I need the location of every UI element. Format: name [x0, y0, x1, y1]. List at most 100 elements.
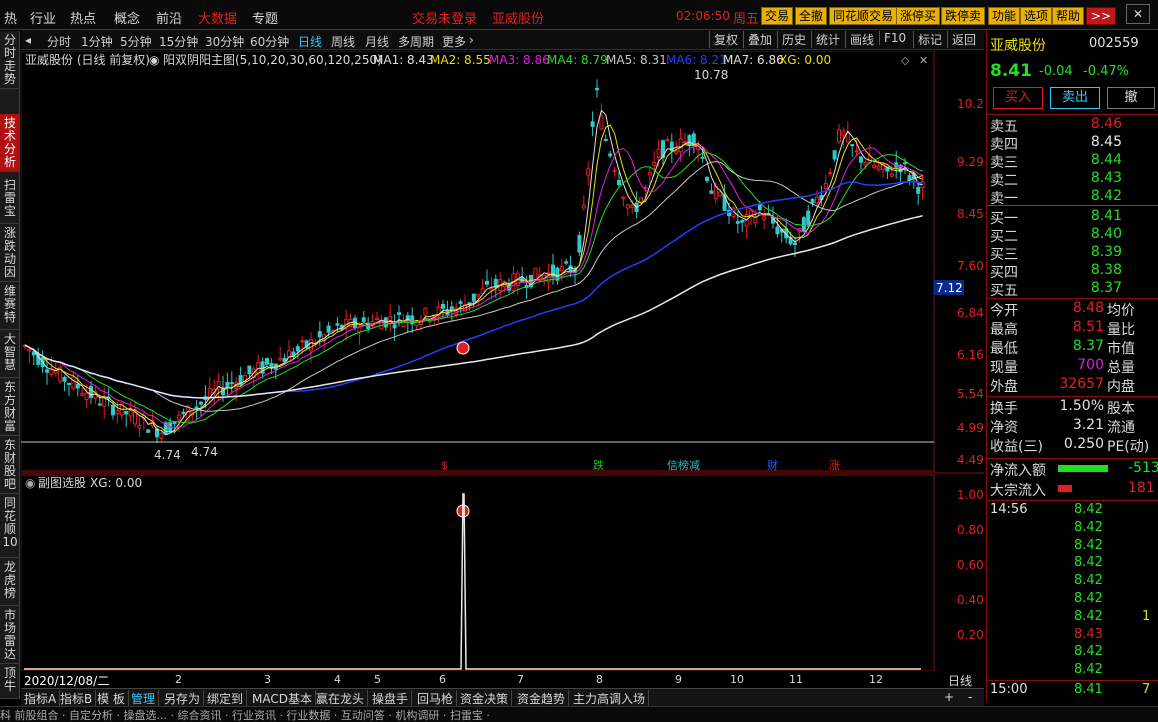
- period-1min[interactable]: 1分钟: [81, 33, 113, 50]
- tab-manage[interactable]: 管理: [128, 690, 160, 707]
- bid-row[interactable]: 买三 8.39: [990, 244, 1155, 263]
- event-marker[interactable]: 财: [767, 458, 778, 472]
- menu-bigdata[interactable]: 大数据: [198, 8, 237, 27]
- tab-indicator-a[interactable]: 指标A: [21, 690, 61, 707]
- candle-body: [133, 411, 137, 425]
- period-monthly[interactable]: 月线: [365, 33, 389, 50]
- bid-price: 8.37: [1090, 280, 1122, 296]
- overlay-button[interactable]: 叠加: [743, 31, 772, 48]
- tab-save-as[interactable]: 另存为: [161, 690, 205, 707]
- menu-topic[interactable]: 专题: [252, 8, 278, 27]
- event-marker[interactable]: $: [441, 459, 448, 472]
- menu-hotspot[interactable]: 热点: [70, 8, 96, 27]
- tab-trader[interactable]: 操盘手: [369, 690, 413, 707]
- top-stock-name: 亚威股份: [492, 12, 545, 27]
- limit-up-buy-button[interactable]: 涨停买: [896, 7, 941, 25]
- bid-row[interactable]: 买一 8.41: [990, 208, 1155, 227]
- bid-row[interactable]: 买五 8.37: [990, 280, 1155, 299]
- ask-row[interactable]: 卖四 8.45: [990, 134, 1155, 153]
- event-marker[interactable]: 信榜减: [667, 458, 700, 472]
- event-marker[interactable]: 涨: [829, 459, 840, 472]
- ask-row[interactable]: 卖二 8.43: [990, 170, 1155, 189]
- period-multi[interactable]: 多周期: [398, 33, 434, 50]
- function-button[interactable]: 功能: [988, 7, 1021, 25]
- tab-dragon-head[interactable]: 赢在龙头: [313, 690, 369, 707]
- sell-button[interactable]: 卖出: [1050, 87, 1100, 109]
- tab-macd[interactable]: MACD基本: [249, 690, 316, 707]
- tab-fund-decision[interactable]: 资金决策: [457, 690, 513, 707]
- tab-weisaite[interactable]: 维赛特: [0, 282, 20, 330]
- tab-dzh[interactable]: 大智慧: [0, 330, 20, 378]
- draw-line-button[interactable]: 画线: [845, 31, 874, 48]
- login-status[interactable]: 交易未登录: [412, 8, 477, 27]
- ask-row[interactable]: 卖五 8.46: [990, 116, 1155, 135]
- tab-add-button[interactable]: +: [941, 690, 957, 704]
- menu-concept[interactable]: 概念: [114, 8, 140, 27]
- tab-main-force[interactable]: 主力高调入场: [570, 690, 650, 707]
- bid-row[interactable]: 买四 8.38: [990, 262, 1155, 281]
- toolbar-arrow-icon[interactable]: ◂: [25, 33, 31, 47]
- f10-button[interactable]: F10: [879, 31, 906, 45]
- tab-price-cause[interactable]: 涨跌动因: [0, 224, 20, 282]
- ths-trade-button[interactable]: 同花顺交易: [829, 7, 898, 25]
- tab-ths-10[interactable]: 同花顺10: [0, 494, 20, 558]
- kline-chart-area[interactable]: 亚威股份 (日线 前复权) ◉ 阳双阴阳主图(5,10,20,30,60,120…: [20, 50, 991, 687]
- mark-button[interactable]: 标记: [913, 31, 942, 48]
- options-button[interactable]: 选项: [1020, 7, 1053, 25]
- tab-timeshare[interactable]: 分时走势: [0, 31, 20, 89]
- sub-settings-icon[interactable]: ◉: [25, 476, 35, 490]
- tick-price: 8.42: [1074, 644, 1103, 660]
- stats-button[interactable]: 统计: [811, 31, 840, 48]
- bid-row[interactable]: 买二 8.40: [990, 226, 1155, 245]
- tab-template[interactable]: 模 板: [94, 690, 129, 707]
- more-button[interactable]: >>: [1086, 7, 1116, 25]
- cancel-all-button[interactable]: 全撤: [795, 7, 828, 25]
- tab-huimaqiang[interactable]: 回马枪: [414, 690, 458, 707]
- tab-label: 分时走势: [3, 33, 16, 86]
- tab-bind-to[interactable]: 绑定到: [204, 690, 248, 707]
- signal-marker[interactable]: [456, 341, 470, 355]
- ask-row[interactable]: 卖三 8.44: [990, 152, 1155, 171]
- kline-svg[interactable]: 亚威股份 (日线 前复权) ◉ 阳双阴阳主图(5,10,20,30,60,120…: [20, 50, 991, 687]
- event-marker[interactable]: 跌: [593, 458, 604, 472]
- back-button[interactable]: 返回: [947, 31, 976, 48]
- tab-eastmoney[interactable]: 东方财富: [0, 378, 20, 436]
- diamond-icon[interactable]: ◇: [901, 54, 910, 67]
- cancel-button[interactable]: 撤: [1107, 87, 1155, 109]
- more-chevron-icon[interactable]: ›: [469, 33, 474, 47]
- tab-indicator-b[interactable]: 指标B: [57, 690, 97, 707]
- menu-industry[interactable]: 行业: [30, 8, 56, 27]
- settings-icon[interactable]: ◉: [149, 53, 159, 67]
- ma-lines: [24, 109, 923, 436]
- period-daily[interactable]: 日线: [298, 33, 322, 50]
- period-60min[interactable]: 60分钟: [250, 33, 289, 50]
- bottom-info-strip[interactable]: 科 前股组合 · 自定分析 · 操盘选... · 综合资讯 · 行业资讯 · 行…: [0, 706, 1158, 722]
- trade-button[interactable]: 交易: [761, 7, 794, 25]
- close-icon[interactable]: ✕: [1126, 4, 1150, 24]
- history-button[interactable]: 历史: [777, 31, 806, 48]
- period-weekly[interactable]: 周线: [331, 33, 355, 50]
- tab-remove-button[interactable]: -: [965, 690, 975, 704]
- close-icon[interactable]: ✕: [919, 54, 928, 67]
- tab-market-radar[interactable]: 市场雷达: [0, 606, 20, 664]
- period-timeshare[interactable]: 分时: [47, 33, 71, 50]
- tab-minesweeper[interactable]: 扫雷宝: [0, 176, 20, 224]
- period-more[interactable]: 更多: [442, 33, 466, 50]
- period-15min[interactable]: 15分钟: [159, 33, 198, 50]
- formula-name[interactable]: 阳双阴阳主图(5,10,20,30,60,120,250): [163, 53, 382, 67]
- candle-body: [608, 153, 613, 157]
- tab-fund-trend[interactable]: 资金趋势: [514, 690, 570, 707]
- period-30min[interactable]: 30分钟: [205, 33, 244, 50]
- ask-row[interactable]: 卖一 8.42: [990, 188, 1155, 207]
- tab-eastmoney-guba[interactable]: 东财股吧: [0, 436, 20, 494]
- limit-down-sell-button[interactable]: 跌停卖: [941, 7, 986, 25]
- menu-frontier[interactable]: 前沿: [156, 8, 182, 27]
- tab-dingniu[interactable]: 顶牛: [0, 664, 20, 699]
- tab-technical[interactable]: 技术分析: [0, 114, 20, 172]
- menu-hot[interactable]: 热: [4, 8, 17, 27]
- fq-button[interactable]: 复权: [709, 31, 738, 48]
- help-button[interactable]: 帮助: [1052, 7, 1085, 25]
- tab-dragon-tiger[interactable]: 龙虎榜: [0, 558, 20, 606]
- period-5min[interactable]: 5分钟: [120, 33, 152, 50]
- buy-button[interactable]: 买入: [993, 87, 1043, 109]
